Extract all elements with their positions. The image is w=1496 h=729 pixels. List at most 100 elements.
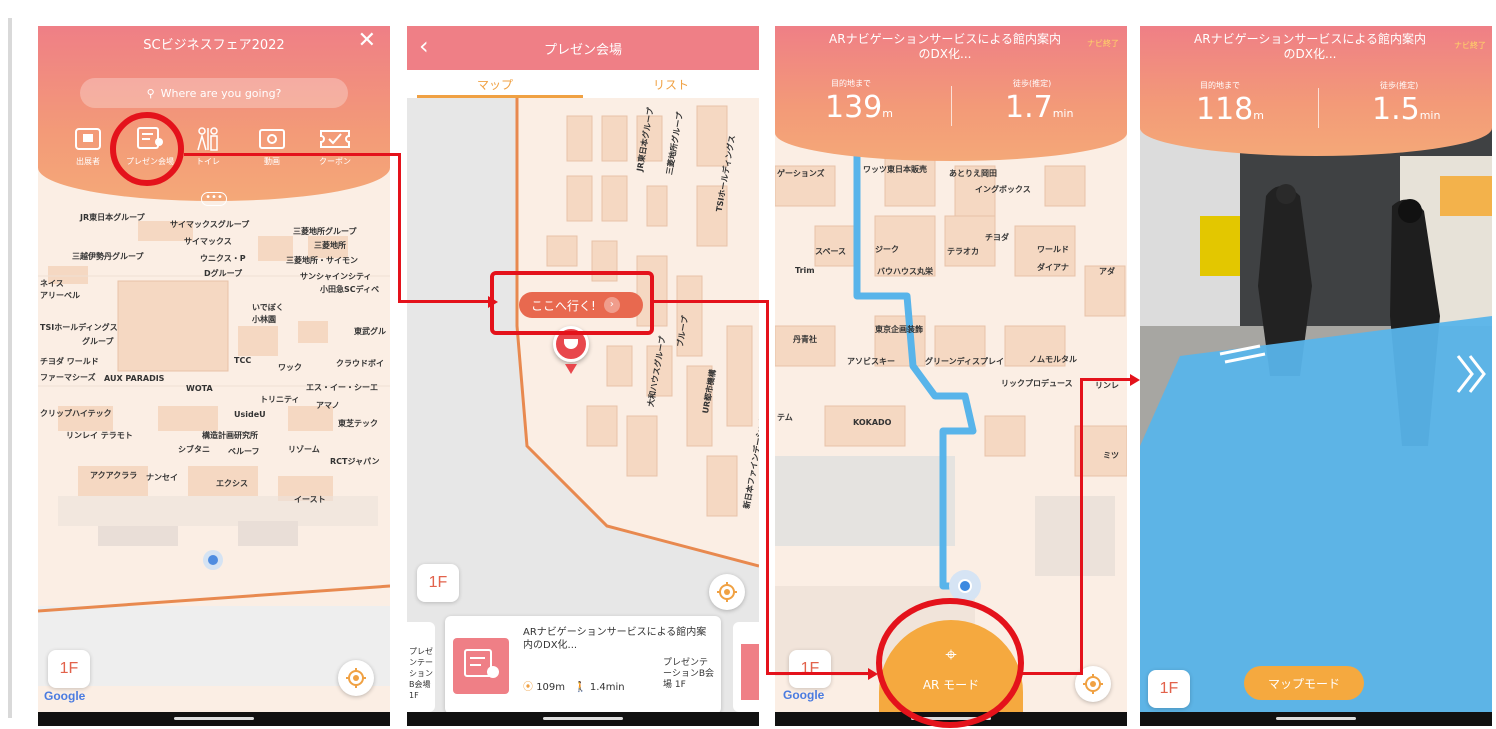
map-label: チヨダ: [985, 233, 1009, 242]
map-label: 三越伊勢丹グループ: [72, 252, 144, 261]
divider: [1318, 88, 1319, 128]
navigation-header: ARナビゲーションサービスによる館内案内のDX化... ナビ終了 目的地まで 1…: [1140, 26, 1492, 156]
time-label: 徒歩(推定): [1380, 81, 1419, 90]
map-label: サイマックスグループ: [170, 220, 250, 229]
navigation-header: ARナビゲーションサービスによる館内案内のDX化... ナビ終了 目的地まで 1…: [775, 26, 1127, 161]
map-label: トリニティ: [260, 395, 300, 404]
next-card[interactable]: [733, 622, 759, 712]
map-label: 三菱地所: [314, 241, 346, 250]
category-label: トイレ: [196, 157, 220, 166]
pin-tail: [565, 364, 577, 374]
highlight-circle-presentation: [110, 112, 184, 186]
home-indicator[interactable]: [543, 717, 623, 720]
distance-label: 目的地まで: [1200, 81, 1240, 90]
highlight-circle-ar-mode: [876, 598, 1024, 728]
map-label: ミツ: [1103, 451, 1119, 460]
tab-indicator: [417, 95, 583, 98]
map-label: 構造計画研究所: [202, 431, 258, 440]
time-label: 徒歩(推定): [1013, 79, 1052, 88]
time-readout: 1.5min: [1372, 92, 1440, 127]
map-label: アソビスキー: [847, 357, 895, 366]
map-label: 三菱地所・サイモン: [286, 256, 358, 265]
map-label: RCTジャパン: [330, 457, 380, 466]
map-label: サイマックス: [184, 237, 232, 246]
map-label: JR東日本グループ: [80, 213, 145, 222]
time-unit: min: [1419, 109, 1441, 122]
system-nav-bar: [38, 712, 390, 726]
home-indicator[interactable]: [1276, 717, 1356, 720]
time-value: 1.5: [1372, 92, 1420, 127]
tab-map[interactable]: マップ: [407, 76, 583, 93]
connector-line: [766, 672, 874, 675]
system-nav-bar: [407, 712, 759, 726]
map-label: リンレイ テラモト: [66, 431, 133, 440]
tab-list[interactable]: リスト: [583, 76, 759, 93]
destination-title: ARナビゲーションサービスによる館内案内のDX化...: [1194, 32, 1426, 61]
map-label: チヨダ ワールド: [40, 357, 99, 366]
card-title: ARナビゲーションサービスによる館内案内のDX化...: [523, 627, 707, 651]
screen-home-map: JR東日本グループ サイマックスグループ 三菱地所グループ サイマックス 三菱地…: [38, 26, 390, 726]
distance-readout: 118m: [1196, 92, 1264, 127]
locate-button[interactable]: [709, 574, 745, 610]
map-label: シブタニ: [178, 445, 210, 454]
highlight-box-go-here: [490, 271, 654, 335]
map-label: Trim: [795, 266, 815, 275]
map-label: ウニクス・P: [200, 254, 246, 263]
connector-line: [1080, 378, 1083, 675]
map-mode-button[interactable]: マップモード: [1244, 666, 1364, 700]
prev-card[interactable]: プレゼンテーションB会場 1F: [407, 622, 435, 712]
category-coupon[interactable]: クーポン: [312, 126, 358, 167]
home-indicator[interactable]: [174, 717, 254, 720]
destination-title: ARナビゲーションサービスによる館内案内のDX化...: [829, 32, 1061, 61]
toilet-icon: [197, 127, 218, 151]
card-distance: ⦿ 109m 🚶 1.4min: [523, 678, 625, 693]
video-icon: [259, 129, 285, 149]
search-bar[interactable]: ⚲ Where are you going?: [80, 78, 348, 108]
map-label: クリップハイテック: [40, 409, 112, 418]
end-navigation-button[interactable]: ナビ終了: [1454, 40, 1486, 51]
category-toilet[interactable]: トイレ: [188, 126, 228, 167]
floor-button[interactable]: 1F: [417, 564, 459, 602]
header-panel: SCビジネスフェア2022 ✕ ⚲ Where are you going? 出…: [38, 26, 390, 206]
category-label: 出展者: [76, 157, 100, 166]
left-border: [8, 18, 12, 718]
category-video[interactable]: 動画: [252, 126, 292, 167]
walk-icon: 🚶: [574, 682, 587, 693]
distance-value: 139: [825, 90, 883, 125]
map-label: エス・イー・シーエ: [306, 383, 378, 392]
end-navigation-button[interactable]: ナビ終了: [1087, 38, 1119, 49]
floor-button[interactable]: 1F: [1148, 670, 1190, 708]
map-label: ネイス: [40, 279, 64, 288]
map-label: 東芝テック: [338, 419, 378, 428]
map-label: ダイアナ: [1037, 263, 1069, 272]
top-app-bar: ‹ プレゼン会場: [407, 26, 759, 70]
map-label: ジーク: [875, 245, 899, 254]
distance-label: 目的地まで: [831, 79, 871, 88]
map-label: イングボックス: [975, 185, 1031, 194]
map-label: エクシス: [216, 479, 248, 488]
more-icon[interactable]: •••: [201, 192, 227, 206]
locate-button[interactable]: [338, 660, 374, 696]
map-label: イースト: [294, 495, 326, 504]
time-readout: 1.7min: [1005, 90, 1073, 125]
category-exhibitor[interactable]: 出展者: [68, 126, 108, 167]
page-title: プレゼン会場: [543, 43, 622, 58]
search-icon: ⚲: [146, 86, 155, 100]
floor-button[interactable]: 1F: [789, 650, 831, 688]
distance-value: 109m: [536, 682, 566, 693]
map-label: 東京企画装飾: [875, 325, 923, 334]
divider: [951, 86, 952, 126]
presentation-card[interactable]: ARナビゲーションサービスによる館内案内のDX化... ⦿ 109m 🚶 1.4…: [445, 616, 721, 714]
map-label: ゲーションズ: [777, 169, 825, 178]
map-label: クラウドボイ: [336, 359, 384, 368]
coupon-icon: [320, 130, 350, 148]
google-logo: Google: [44, 689, 86, 703]
map-label: スペース: [815, 247, 847, 256]
distance-unit: m: [882, 107, 893, 120]
connector-line: [1080, 378, 1132, 381]
map-label: グリーンディスプレイ: [925, 357, 1005, 366]
floor-button[interactable]: 1F: [48, 650, 90, 688]
presentation-icon: [453, 638, 509, 694]
map-label: ノムモルタル: [1029, 355, 1077, 364]
close-icon[interactable]: ✕: [358, 28, 376, 53]
